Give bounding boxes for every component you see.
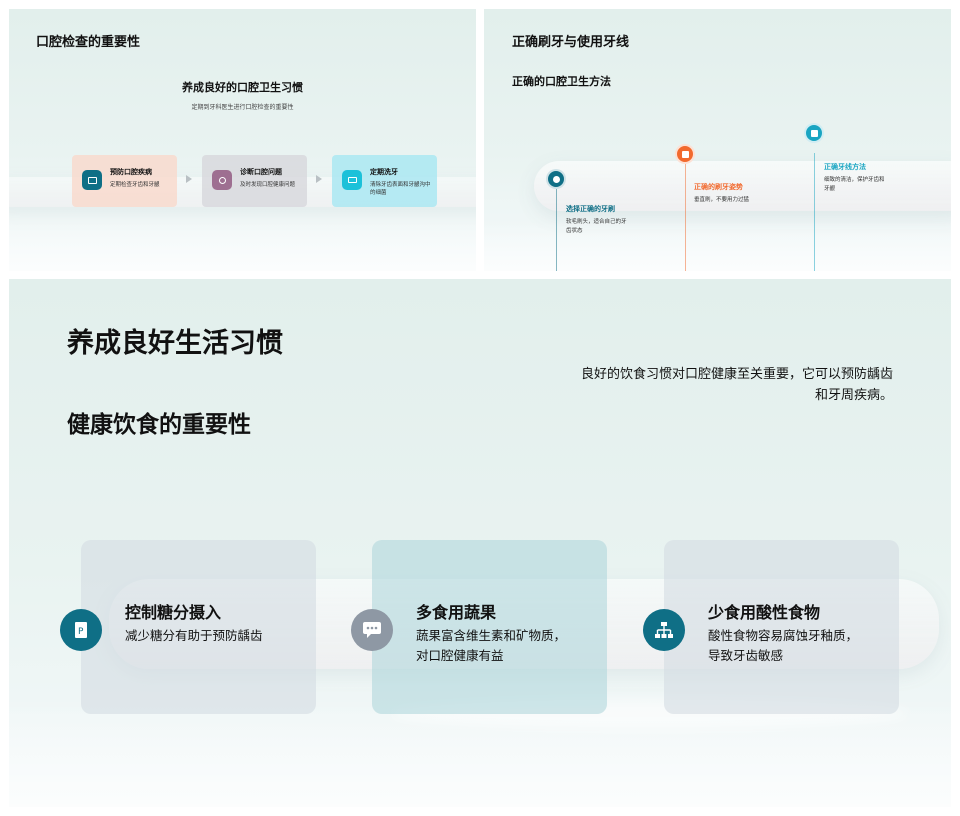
point-title: 正确的刷牙姿势 <box>694 183 743 191</box>
slide-subtitle: 正确的口腔卫生方法 <box>512 75 611 88</box>
timeline-line <box>685 164 686 271</box>
svg-text:P: P <box>78 627 84 637</box>
target-icon <box>212 170 232 190</box>
chat-icon <box>342 170 362 190</box>
chat-icon <box>351 609 393 651</box>
slide-title: 口腔检查的重要性 <box>36 35 141 50</box>
slide-oral-checkup[interactable]: 口腔检查的重要性 养成良好的口腔卫生习惯 定期到牙科医生进行口腔检查的重要性 预… <box>9 9 476 271</box>
slide-title: 正确刷牙与使用牙线 <box>512 35 630 50</box>
slide-subheading: 定期到牙科医生进行口腔检查的重要性 <box>191 104 294 111</box>
step-cleaning: 定期洗牙 清除牙齿表面和牙龈沟中的细菌 <box>332 155 437 207</box>
image-icon <box>82 170 102 190</box>
card-title: 多食用蔬果 <box>416 603 497 622</box>
step-title: 定期洗牙 <box>370 168 398 176</box>
point-desc: 软毛刷头，适合自己的牙齿状态 <box>566 219 627 234</box>
org-chart-icon <box>643 609 685 651</box>
card-desc: 减少糖分有助于预防龋齿 <box>125 628 263 643</box>
slide-description: 良好的饮食习惯对口腔健康至关重要，它可以预防龋齿和牙周疾病。 <box>580 367 893 403</box>
slide-heading: 养成良好的口腔卫生习惯 <box>182 81 303 94</box>
org-chart-icon <box>675 144 695 164</box>
timeline-line <box>556 189 557 271</box>
slide-title: 养成良好生活习惯 <box>67 328 283 359</box>
timeline-line <box>814 153 815 271</box>
floor-reflection <box>9 211 476 271</box>
point-title: 选择正确的牙刷 <box>566 205 615 213</box>
target-icon <box>546 169 566 189</box>
document-icon: P <box>60 609 102 651</box>
step-diagnose: 诊断口腔问题 及时发现口腔健康问题 <box>202 155 307 207</box>
slide-subtitle: 健康饮食的重要性 <box>67 412 251 438</box>
card-title: 少食用酸性食物 <box>708 603 821 622</box>
slide-healthy-habits[interactable]: 养成良好生活习惯 健康饮食的重要性 良好的饮食习惯对口腔健康至关重要，它可以预防… <box>9 279 951 807</box>
card-title: 控制糖分摄入 <box>125 603 222 622</box>
step-title: 诊断口腔问题 <box>240 168 282 176</box>
arrow-right-icon <box>316 175 322 183</box>
point-desc: 垂直刷，不要用力过猛 <box>694 197 750 203</box>
floor-reflection <box>484 221 951 271</box>
step-prevent-disease: 预防口腔疾病 定期检查牙齿和牙龈 <box>72 155 177 207</box>
point-desc: 细致的清洁，保护牙齿和牙龈 <box>824 177 885 192</box>
slide-brushing-flossing[interactable]: 正确刷牙与使用牙线 正确的口腔卫生方法 选择正确的牙刷 软毛刷头，适合自己的牙齿… <box>484 9 951 271</box>
image-icon <box>804 123 824 143</box>
point-title: 正确牙线方法 <box>824 163 866 171</box>
card-desc: 蔬果富含维生素和矿物质，对口腔健康有益 <box>416 628 567 663</box>
card-desc: 酸性食物容易腐蚀牙釉质，导致牙齿敏感 <box>708 628 859 663</box>
step-desc: 定期检查牙齿和牙龈 <box>110 182 160 188</box>
arrow-right-icon <box>186 175 192 183</box>
step-desc: 清除牙齿表面和牙龈沟中的细菌 <box>370 182 431 197</box>
step-title: 预防口腔疾病 <box>110 168 152 176</box>
step-desc: 及时发现口腔健康问题 <box>240 182 296 188</box>
